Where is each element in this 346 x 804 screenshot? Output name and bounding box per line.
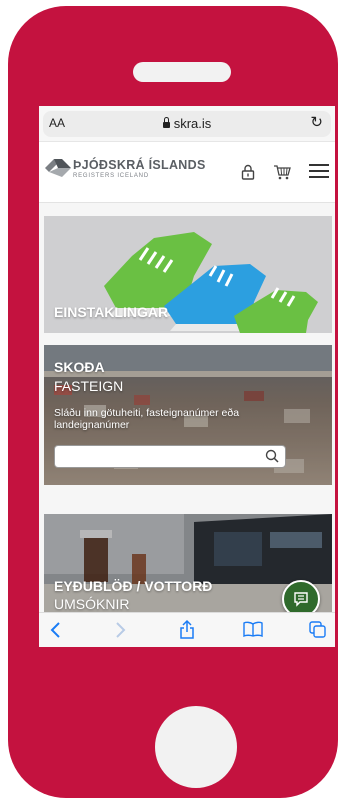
card-property[interactable]: SKOÐA FASTEIGN Sláðu inn götuheiti, fast… [44,345,332,485]
card-forms-subtitle: UMSÓKNIR [54,596,130,612]
phone-frame: AA skra.is ↻ ÞJÓÐSKRÁ ÍSLANDS REGISTERS … [8,6,338,798]
book-icon[interactable] [243,621,263,637]
secure-lock-icon [162,117,170,128]
hamburger-menu-icon[interactable] [309,164,329,178]
url-host: skra.is [173,116,212,131]
logo-title: ÞJÓÐSKRÁ ÍSLANDS [73,158,206,172]
forward-arrow-icon[interactable] [113,621,127,639]
browser-url-bar: AA skra.is ↻ [39,106,335,142]
card-property-title: SKOÐA [54,359,105,375]
phone-home-button[interactable] [155,706,237,788]
card-individuals[interactable]: EINSTAKLINGAR [44,216,332,333]
card-forms-title: EYÐUBLÖÐ / VOTTORÐ [54,578,213,594]
browser-toolbar [39,612,335,647]
tabs-icon[interactable] [309,621,327,639]
phone-speaker [133,62,231,82]
share-icon[interactable] [179,619,195,639]
property-search-hint: Sláðu inn götuheiti, fasteignanúmer eða … [54,407,240,431]
search-icon[interactable] [265,449,279,463]
url-display[interactable]: skra.is [43,116,331,131]
site-header: ÞJÓÐSKRÁ ÍSLANDS REGISTERS ICELAND [39,142,335,203]
property-search-input[interactable] [54,445,286,468]
address-field[interactable]: AA skra.is ↻ [43,111,331,137]
card-property-subtitle: FASTEIGN [54,378,124,394]
cart-icon[interactable] [273,164,291,180]
browser-screen: AA skra.is ↻ ÞJÓÐSKRÁ ÍSLANDS REGISTERS … [39,106,335,647]
logo-subtitle: REGISTERS ICELAND [73,173,149,179]
card-individuals-title: EINSTAKLINGAR [54,304,169,320]
site-logo[interactable]: ÞJÓÐSKRÁ ÍSLANDS REGISTERS ICELAND [73,158,206,179]
lock-icon[interactable] [241,164,255,180]
back-arrow-icon[interactable] [49,621,63,639]
reload-icon[interactable]: ↻ [310,113,323,131]
logo-icon[interactable] [45,156,71,178]
chat-icon [294,592,308,607]
